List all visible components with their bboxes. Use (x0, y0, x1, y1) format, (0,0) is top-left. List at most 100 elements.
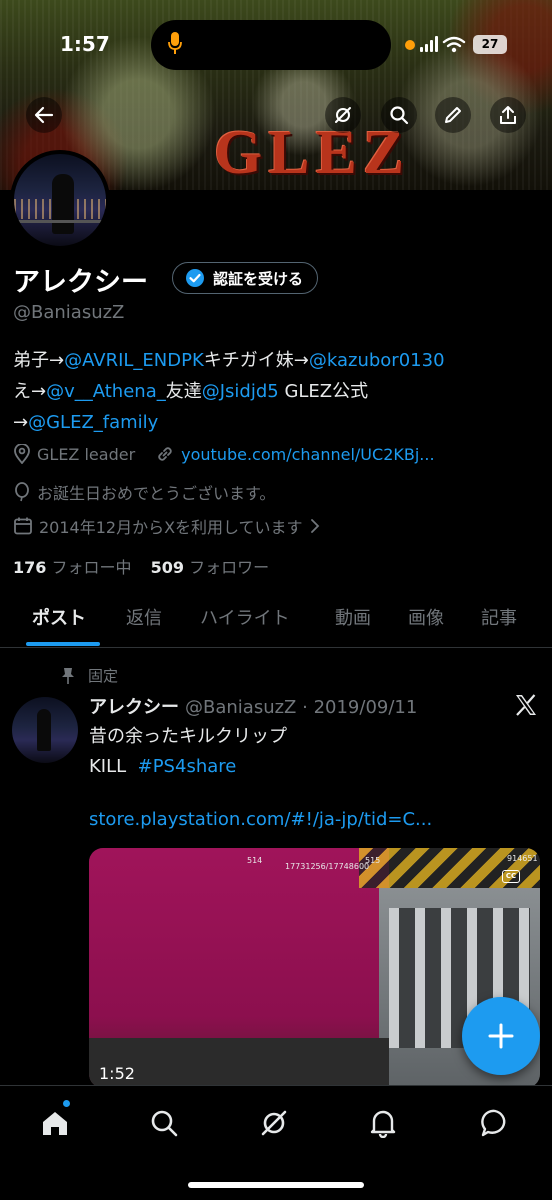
post-author-name[interactable]: アレクシー (89, 697, 179, 718)
video-hud-score: 17731256/17748600 (285, 862, 370, 871)
followers-label: フォロワー (189, 558, 270, 577)
post-author-handle[interactable]: @BaniasuzZ (185, 697, 296, 718)
mention-link[interactable]: @AVRIL_ENDPK (64, 350, 204, 371)
get-verified-label: 認証を受ける (213, 269, 304, 288)
share-button[interactable] (490, 97, 526, 133)
home-indicator (188, 1182, 364, 1188)
wifi-icon (442, 36, 466, 53)
nav-search[interactable] (147, 1106, 181, 1140)
microphone-icon (168, 32, 182, 54)
nav-grok[interactable] (257, 1106, 291, 1140)
bio-text: GLEZ公式 (278, 381, 369, 402)
post-text: 昔の余ったキルクリップ KILL #PS4share (89, 722, 287, 782)
tab-videos[interactable]: 動画 (335, 604, 371, 630)
search-icon (390, 106, 409, 125)
mention-link[interactable]: @GLEZ_family (28, 412, 158, 433)
location-pin-icon (14, 444, 30, 464)
video-duration: 1:52 (99, 1064, 135, 1083)
pin-icon (62, 667, 74, 684)
avatar-figure (52, 174, 74, 234)
profile-location: GLEZ leader (37, 444, 136, 464)
avatar-railing (14, 220, 106, 223)
grok-icon (335, 107, 351, 123)
hashtag-link[interactable]: #PS4share (138, 756, 237, 777)
mention-link[interactable]: @Jsidjd5 (202, 381, 279, 402)
pencil-icon (445, 107, 461, 123)
following-label: フォロー中 (51, 558, 132, 577)
profile-avatar[interactable] (10, 150, 110, 250)
post-header: アレクシー @BaniasuzZ · 2019/09/11 (89, 693, 417, 719)
search-icon (151, 1110, 178, 1137)
profile-birthday-row: お誕生日おめでとうございます。 (13, 480, 275, 504)
avatar-figure (37, 709, 51, 751)
tab-replies[interactable]: 返信 (126, 604, 162, 630)
compose-post-button[interactable] (462, 997, 540, 1075)
notification-dot-icon (63, 1100, 70, 1107)
pinned-label: 固定 (88, 667, 119, 685)
profile-birthday: お誕生日おめでとうございます。 (37, 484, 276, 503)
post-line: KILL (89, 756, 127, 777)
plus-icon (488, 1023, 514, 1049)
video-hud-left: 514 (247, 856, 263, 865)
share-icon (500, 106, 516, 124)
post-line: 昔の余ったキルクリップ (89, 726, 287, 747)
tab-highlights[interactable]: ハイライト (200, 604, 290, 630)
followers-link[interactable]: 509 フォロワー (151, 558, 270, 577)
search-button[interactable] (381, 97, 417, 133)
profile-meta-row: GLEZ leader youtube.com/channel/UC2KBj..… (13, 444, 435, 464)
grok-button[interactable] (325, 97, 361, 133)
edit-button[interactable] (435, 97, 471, 133)
mention-link[interactable]: @kazubor0130 (309, 350, 445, 371)
profile-tabs: ポスト 返信 ハイライト 動画 画像 記事 (0, 598, 552, 648)
banner-logo: GLEZ (214, 119, 411, 187)
bio-text: 弟子→ (13, 350, 65, 371)
get-verified-button[interactable]: 認証を受ける (172, 262, 319, 294)
following-link[interactable]: 176 フォロー中 (13, 558, 132, 577)
profile-joined: 2014年12月からXを利用しています (39, 518, 303, 537)
bio-text: → (13, 412, 29, 433)
following-count: 176 (13, 558, 47, 577)
signal-bars-icon (420, 36, 438, 52)
calendar-icon (14, 517, 32, 535)
dynamic-island (151, 20, 391, 70)
post-date: · 2019/09/11 (302, 697, 418, 718)
arrow-left-icon (34, 106, 54, 124)
video-hud-corner: 914651 (507, 854, 538, 863)
closed-captions-icon[interactable]: CC (502, 870, 520, 883)
status-bar: 1:57 27 (0, 0, 552, 90)
pinned-label-row: 固定 (60, 665, 118, 686)
nav-notifications[interactable] (366, 1106, 400, 1140)
tab-images[interactable]: 画像 (408, 604, 444, 630)
balloon-icon (15, 482, 29, 502)
grok-icon (261, 1110, 287, 1136)
mention-link[interactable]: @v__Athena_ (46, 381, 166, 402)
tab-posts[interactable]: ポスト (32, 604, 86, 630)
bio-text: え→ (13, 381, 47, 402)
home-icon (43, 1112, 67, 1135)
profile-handle: @BaniasuzZ (13, 302, 125, 323)
post-url-link[interactable]: store.playstation.com/#!/ja-jp/tid=C... (89, 809, 432, 830)
profile-joined-row[interactable]: 2014年12月からXを利用しています (13, 514, 321, 538)
x-logo-icon (516, 694, 536, 716)
active-tab-indicator (26, 642, 100, 646)
chevron-right-icon (310, 519, 319, 533)
bio-text: キチガイ妹→ (203, 350, 309, 371)
profile-bio: 弟子→@AVRIL_ENDPKキチガイ妹→@kazubor0130 え→@v__… (13, 345, 543, 438)
followers-count: 509 (150, 558, 185, 577)
status-time: 1:57 (60, 32, 110, 56)
profile-website-link[interactable]: youtube.com/channel/UC2KBj... (181, 445, 434, 464)
post-avatar[interactable] (12, 697, 78, 763)
battery-icon: 27 (473, 35, 507, 54)
link-icon (158, 447, 172, 461)
nav-messages[interactable] (478, 1106, 512, 1140)
bio-text: 友達 (165, 381, 202, 402)
tab-articles[interactable]: 記事 (481, 604, 517, 630)
back-button[interactable] (26, 97, 62, 133)
profile-name: アレクシー (13, 267, 148, 298)
follow-stats: 176 フォロー中 509 フォロワー (13, 554, 269, 578)
nav-home[interactable] (38, 1106, 72, 1140)
verified-badge-icon (186, 269, 204, 287)
recording-indicator-icon (405, 40, 415, 50)
bell-icon (370, 1110, 396, 1138)
chat-bubble-icon (481, 1109, 506, 1137)
